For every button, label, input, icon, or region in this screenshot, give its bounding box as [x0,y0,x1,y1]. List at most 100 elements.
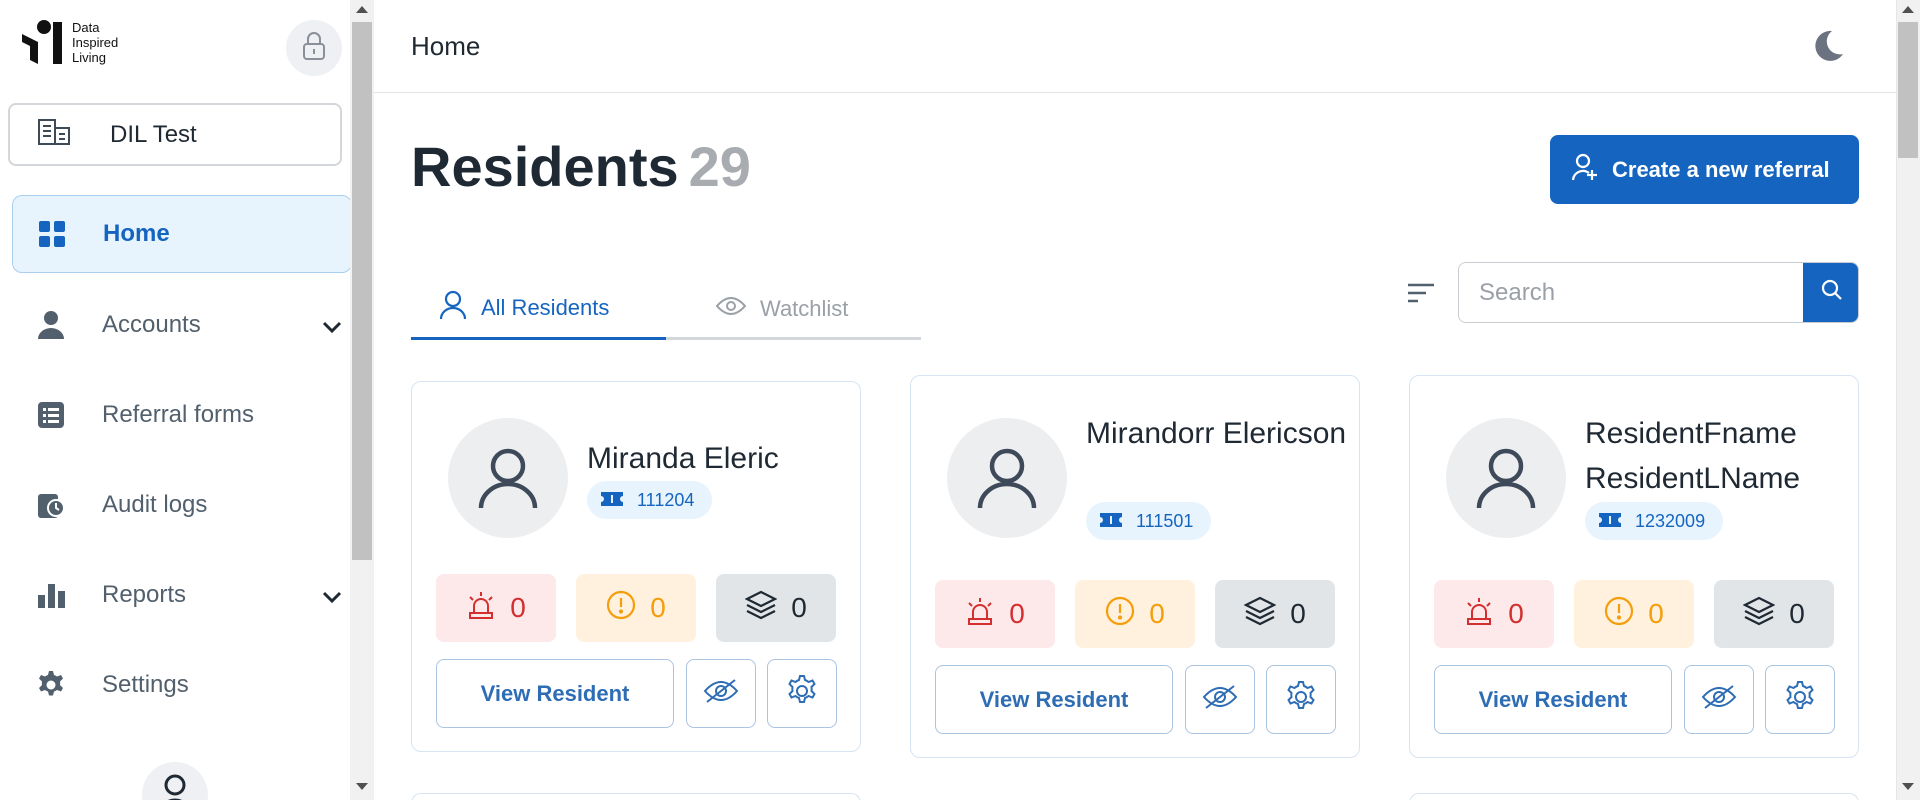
alerts-stat[interactable]: 0 [436,574,556,642]
search-icon [1821,279,1843,306]
tab-watchlist[interactable]: Watchlist [715,278,849,340]
organization-name: DIL Test [110,120,197,148]
building-icon [38,118,70,151]
eye-off-icon [703,678,739,709]
warnings-count: 0 [1149,598,1165,629]
resident-tabs: All Residents Watchlist [411,278,921,340]
search-button[interactable] [1803,263,1858,322]
dark-mode-toggle-icon[interactable] [1810,28,1846,69]
layers-stat[interactable]: 0 [716,574,836,642]
organization-selector[interactable]: DIL Test [8,103,342,166]
ticket-icon [1599,511,1621,532]
tab-all-residents[interactable]: All Residents [411,278,666,340]
gear-outline-icon [1783,680,1817,719]
watchlist-toggle-button[interactable] [1684,665,1754,734]
resident-card: Miranda Eleric 111204 0 0 0 View Residen… [411,381,861,752]
gear-outline-icon [785,674,819,713]
resident-card-next-row [1409,793,1859,800]
grid-icon [37,219,67,249]
sidebar-item-label: Audit logs [102,491,208,518]
search-input[interactable] [1459,263,1803,322]
resident-settings-button[interactable] [1266,665,1336,734]
person-icon [36,310,66,340]
layers-icon [1742,596,1776,633]
siren-icon [466,591,496,626]
watchlist-toggle-button[interactable] [686,659,756,728]
resident-id-badge: 111501 [1086,502,1212,540]
sidebar-item-label: Settings [102,671,189,698]
logo-text-line: Living [72,50,106,65]
view-resident-button[interactable]: View Resident [436,659,674,728]
view-resident-button[interactable]: View Resident [1434,665,1672,734]
lock-icon [301,31,327,66]
ticket-icon [601,490,623,511]
logo[interactable]: Data Inspired Living [20,20,118,65]
scroll-up-arrow-icon[interactable] [1902,6,1914,13]
logo-text-line: Data [72,20,100,35]
sidebar-item-audit-logs[interactable]: Audit logs [12,466,350,544]
layers-count: 0 [1290,598,1306,629]
ticket-icon [1100,511,1122,532]
resident-name: ResidentFname ResidentLName [1585,417,1801,495]
add-user-icon [1571,153,1598,187]
sidebar-item-settings[interactable]: Settings [12,646,350,724]
sidebar: Data Inspired Living DIL Test Home Accou… [0,0,350,800]
resident-id: 1232009 [1635,510,1706,531]
layers-stat[interactable]: 0 [1215,580,1335,648]
layers-icon [1243,596,1277,633]
resident-id: 111501 [1136,510,1194,531]
siren-icon [1464,597,1494,632]
audit-icon [36,490,66,520]
sidebar-item-label: Accounts [102,311,201,338]
resident-card-next-row [411,793,861,800]
watchlist-toggle-button[interactable] [1185,665,1255,734]
resident-name: Mirandorr Elericson [1086,417,1347,450]
resident-id: 111204 [637,489,695,510]
scroll-down-arrow-icon[interactable] [1902,783,1914,790]
scroll-down-arrow-icon[interactable] [356,783,368,790]
resident-settings-button[interactable] [1765,665,1835,734]
exclamation-circle-icon [1105,596,1135,633]
layers-stat[interactable]: 0 [1714,580,1834,648]
warnings-stat[interactable]: 0 [1574,580,1694,648]
sidebar-item-reports[interactable]: Reports [12,556,350,634]
eye-off-icon [1202,684,1238,715]
resident-id-badge: 1232009 [1585,502,1724,540]
eye-icon [715,296,747,322]
sort-filter-icon[interactable] [1407,282,1435,309]
create-referral-button[interactable]: Create a new referral [1550,135,1859,204]
sidebar-item-home[interactable]: Home [12,195,350,273]
resident-avatar [947,418,1067,538]
top-bar: Home [374,0,1896,93]
warnings-stat[interactable]: 0 [1075,580,1195,648]
alerts-count: 0 [1508,598,1524,629]
alerts-count: 0 [1009,598,1025,629]
chevron-down-icon[interactable] [322,583,342,611]
search-box [1458,262,1859,323]
logo-mark-icon [20,20,64,64]
resident-id-badge: 111204 [587,481,713,519]
main-scrollbar-thumb[interactable] [1898,22,1918,158]
sidebar-scrollbar-thumb[interactable] [352,22,372,560]
resident-settings-button[interactable] [767,659,837,728]
resident-avatar [448,418,568,538]
sidebar-item-referral-forms[interactable]: Referral forms [12,376,350,454]
lock-button[interactable] [286,20,342,76]
resident-name: Miranda Eleric [587,442,779,475]
chevron-down-icon[interactable] [322,313,342,341]
create-referral-label: Create a new referral [1612,156,1830,182]
list-icon [36,400,66,430]
warnings-stat[interactable]: 0 [576,574,696,642]
sidebar-item-label: Reports [102,581,187,608]
scroll-up-arrow-icon[interactable] [356,6,368,13]
sidebar-item-accounts[interactable]: Accounts [12,286,350,364]
resident-count: 29 [688,135,751,198]
view-resident-button[interactable]: View Resident [935,665,1173,734]
alerts-stat[interactable]: 0 [1434,580,1554,648]
alerts-stat[interactable]: 0 [935,580,1055,648]
user-avatar[interactable] [142,762,208,800]
siren-icon [965,597,995,632]
warnings-count: 0 [650,592,666,623]
tab-label: Watchlist [760,296,849,321]
gear-outline-icon [1284,680,1318,719]
